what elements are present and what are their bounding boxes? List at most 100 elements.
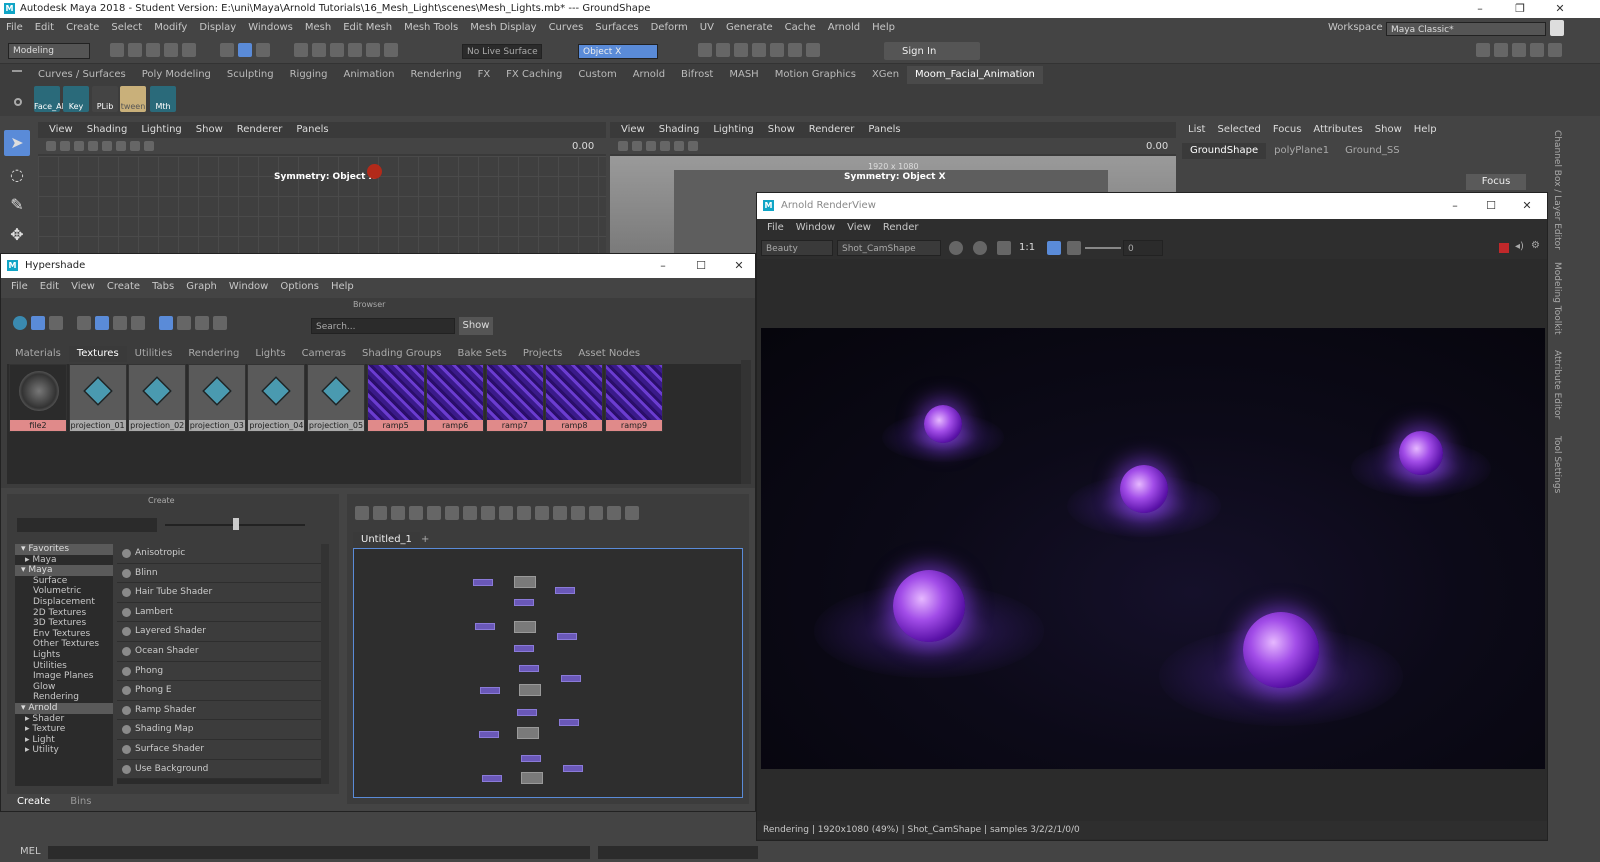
paint-select-icon[interactable]: ✎ <box>4 192 30 218</box>
close-icon[interactable]: ✕ <box>1507 193 1547 219</box>
browser-tab-textures[interactable]: Textures <box>68 346 127 362</box>
ipr-render-icon[interactable] <box>734 43 748 57</box>
bottom-tab-bins[interactable]: Bins <box>60 794 101 810</box>
minimize-icon[interactable]: – <box>1435 193 1475 219</box>
menu-create[interactable]: Create <box>60 18 105 38</box>
menu-arnold[interactable]: Arnold <box>822 18 866 38</box>
ratio-button[interactable]: 1:1 <box>1019 242 1035 253</box>
viewport-menu-view[interactable]: View <box>614 122 652 138</box>
sort-name-icon[interactable] <box>159 316 173 330</box>
graph-texture-node[interactable] <box>514 645 534 652</box>
menu-file[interactable]: File <box>0 18 29 38</box>
bottom-tab-create[interactable]: Create <box>7 794 60 810</box>
large-icon[interactable] <box>113 316 127 330</box>
bookmark-icon[interactable] <box>74 141 84 151</box>
tree-item-glow[interactable]: Glow <box>15 682 113 693</box>
wireframe-icon[interactable] <box>102 141 112 151</box>
texture-swatch[interactable]: ramp9 <box>605 364 663 432</box>
render-sphere-icon[interactable] <box>949 241 963 255</box>
camera-select-icon[interactable] <box>618 141 628 151</box>
texture-swatch[interactable]: projection_02 <box>128 364 187 432</box>
select-hierarchy-icon[interactable] <box>220 43 234 57</box>
shader-item-lambert[interactable]: Lambert <box>117 602 321 623</box>
tree-item-arnold[interactable]: ▾ Arnold <box>15 702 113 714</box>
browser-tab-utilities[interactable]: Utilities <box>127 346 181 362</box>
graph-texture-node[interactable] <box>555 587 575 594</box>
tree-item-volumetric[interactable]: Volumetric <box>15 586 113 597</box>
browser-tab-cameras[interactable]: Cameras <box>294 346 354 362</box>
custom-mode-icon[interactable] <box>553 506 567 520</box>
audio-icon[interactable]: ◂) <box>1515 241 1524 252</box>
texture-swatch[interactable]: ramp6 <box>426 364 485 432</box>
menu-set-dropdown[interactable]: Modeling <box>8 43 90 59</box>
exposure-icon[interactable] <box>1067 241 1081 255</box>
render-settings-icon[interactable] <box>698 43 712 57</box>
hypershade-icon[interactable] <box>770 43 784 57</box>
menu-help[interactable]: Help <box>866 18 901 38</box>
texture-swatch[interactable]: ramp7 <box>485 364 544 432</box>
shelf-tab-motion-graphics[interactable]: Motion Graphics <box>767 66 864 84</box>
hypershade-menu-graph[interactable]: Graph <box>180 278 223 296</box>
shelf-icon-plib[interactable]: PLib <box>92 86 118 112</box>
viewport-menu-shading[interactable]: Shading <box>80 122 135 138</box>
maximize-icon[interactable]: ❐ <box>1500 0 1540 18</box>
graph-texture-node[interactable] <box>475 623 495 630</box>
command-lang[interactable]: MEL <box>20 846 41 857</box>
shelf-tab-custom[interactable]: Custom <box>570 66 624 84</box>
ae-tab-ground-ss[interactable]: Ground_SS <box>1337 143 1407 159</box>
grid-toggle-icon[interactable] <box>660 141 670 151</box>
browser-tab-bake-sets[interactable]: Bake Sets <box>449 346 514 362</box>
simple-mode-icon[interactable] <box>499 506 513 520</box>
aov-dropdown[interactable]: Beauty <box>761 240 833 256</box>
shader-item-phong[interactable]: Phong <box>117 661 321 682</box>
browser-scrollbar[interactable] <box>741 360 751 484</box>
menu-mesh-display[interactable]: Mesh Display <box>464 18 542 38</box>
stop-render-icon[interactable] <box>1499 243 1509 253</box>
snap-curve-icon[interactable] <box>312 43 326 57</box>
graph-texture-node[interactable] <box>563 765 583 772</box>
shader-list-scrollbar[interactable] <box>321 544 329 784</box>
snapshot-icon[interactable] <box>589 506 603 520</box>
rearrange-icon[interactable] <box>463 506 477 520</box>
focus-button[interactable]: Focus <box>1466 174 1526 190</box>
graph-shader-node[interactable] <box>517 727 539 739</box>
wireframe-icon[interactable] <box>674 141 684 151</box>
menu-windows[interactable]: Windows <box>242 18 299 38</box>
textured-icon[interactable] <box>130 141 140 151</box>
side-tab-tool-settings[interactable]: Tool Settings <box>1552 436 1562 493</box>
snap-grid-icon[interactable] <box>294 43 308 57</box>
frame-selected-icon[interactable] <box>427 506 441 520</box>
character-controls-icon[interactable] <box>1494 43 1508 57</box>
close-icon[interactable]: ✕ <box>719 254 759 278</box>
viewport-menu-show[interactable]: Show <box>189 122 230 138</box>
texture-swatch[interactable]: projection_01 <box>68 364 127 432</box>
shader-item-blinn[interactable]: Blinn <box>117 563 321 584</box>
menu-select[interactable]: Select <box>105 18 148 38</box>
viewport-menu-lighting[interactable]: Lighting <box>706 122 760 138</box>
shelf-tab-rendering[interactable]: Rendering <box>402 66 469 84</box>
toggle-icon[interactable] <box>13 316 27 330</box>
tree-item-3d-textures[interactable]: 3D Textures <box>15 618 113 629</box>
exposure-slider[interactable] <box>1085 247 1121 249</box>
shelf-tab-curves-surfaces[interactable]: Curves / Surfaces <box>30 66 134 84</box>
lock-icon[interactable] <box>1550 20 1564 36</box>
grid-icon[interactable] <box>607 506 621 520</box>
sort-type-icon[interactable] <box>177 316 191 330</box>
swatch-view-icon[interactable] <box>31 316 45 330</box>
texture-swatch[interactable]: ramp5 <box>366 364 425 432</box>
camera-attr-icon[interactable] <box>632 141 642 151</box>
shelf-tab-animation[interactable]: Animation <box>336 66 403 84</box>
shelf-tab-sculpting[interactable]: Sculpting <box>219 66 282 84</box>
shelf-icon-tween[interactable]: tween <box>120 86 146 112</box>
shelf-tab-rigging[interactable]: Rigging <box>282 66 336 84</box>
frame-all-icon[interactable] <box>409 506 423 520</box>
graph-texture-node[interactable] <box>521 755 541 762</box>
search-icon[interactable] <box>571 506 585 520</box>
graph-texture-node[interactable] <box>561 675 581 682</box>
shelf-tab-mash[interactable]: MASH <box>721 66 766 84</box>
medium-icon[interactable] <box>95 316 109 330</box>
camera-select-icon[interactable] <box>46 141 56 151</box>
menu-curves[interactable]: Curves <box>543 18 590 38</box>
xlarge-icon[interactable] <box>131 316 145 330</box>
camera-dropdown[interactable]: Shot_CamShape <box>837 240 941 256</box>
